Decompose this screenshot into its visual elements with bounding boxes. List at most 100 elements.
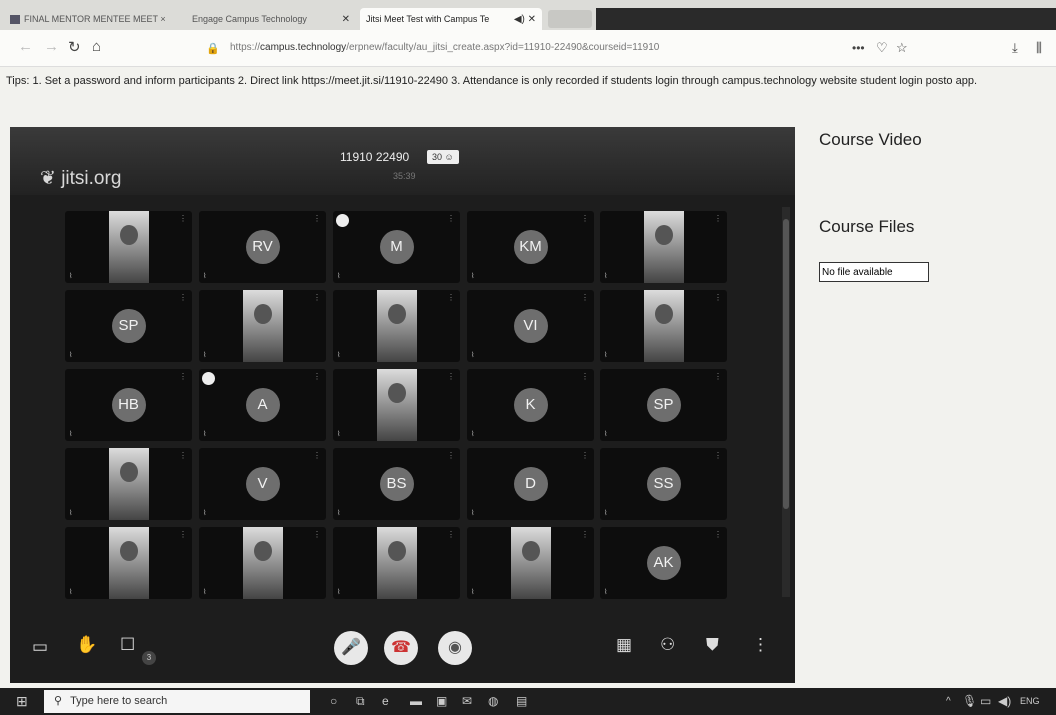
download-icon[interactable]: ⤓ bbox=[1012, 40, 1018, 56]
participant-tile[interactable]: K ⌇ ⋮ bbox=[467, 369, 594, 441]
muted-mic-icon: ⌇ bbox=[604, 431, 608, 438]
camera-button[interactable]: ◉ bbox=[438, 631, 472, 665]
participant-tile[interactable]: ⌇ ⋮ bbox=[600, 290, 727, 362]
reload-icon[interactable]: ↻ bbox=[68, 38, 81, 56]
more-options-icon[interactable]: ⋮ bbox=[752, 635, 769, 655]
taskbar-search-placeholder: Type here to search bbox=[70, 695, 168, 707]
participant-tile[interactable]: A ⌇ ⋮ bbox=[199, 369, 326, 441]
store-icon[interactable]: ▣ bbox=[436, 694, 447, 708]
muted-mic-icon: ⌇ bbox=[69, 431, 73, 438]
participant-tile[interactable]: ⌇ ⋮ bbox=[600, 211, 727, 283]
participant-tile[interactable]: ⌇ ⋮ bbox=[65, 211, 192, 283]
participant-avatar: D bbox=[513, 467, 548, 501]
library-icon[interactable]: ⫼ bbox=[1036, 40, 1042, 56]
tile-view-icon[interactable]: ▦ bbox=[616, 635, 632, 655]
windows-start-icon[interactable]: ⊞ bbox=[16, 693, 28, 710]
new-tab-button[interactable] bbox=[548, 10, 592, 28]
tile-menu-icon[interactable]: ⋮ bbox=[447, 530, 455, 539]
file-explorer-icon[interactable]: ▬ bbox=[410, 694, 422, 708]
tile-menu-icon[interactable]: ⋮ bbox=[447, 214, 455, 223]
tab-engage-campus[interactable]: Engage Campus Technology ✕ bbox=[186, 8, 356, 30]
tile-menu-icon[interactable]: ⋮ bbox=[714, 530, 722, 539]
tile-menu-icon[interactable]: ⋮ bbox=[179, 214, 187, 223]
firefox-icon[interactable]: ◍ bbox=[488, 694, 498, 708]
participant-tile[interactable]: V ⌇ ⋮ bbox=[199, 448, 326, 520]
back-icon[interactable]: ← bbox=[18, 38, 33, 55]
tile-menu-icon[interactable]: ⋮ bbox=[313, 372, 321, 381]
participant-tile[interactable]: ⌇ ⋮ bbox=[333, 527, 460, 599]
tile-menu-icon[interactable]: ⋮ bbox=[714, 293, 722, 302]
tile-menu-icon[interactable]: ⋮ bbox=[714, 451, 722, 460]
participant-tile[interactable]: ⌇ ⋮ bbox=[199, 290, 326, 362]
bookmark-star-icon[interactable]: ☆ bbox=[896, 40, 908, 56]
tab-jitsi-meet[interactable]: Jitsi Meet Test with Campus Te ◀) ✕ bbox=[360, 8, 542, 30]
jitsi-logo-icon: ❦ bbox=[40, 168, 56, 189]
tab-final-mentor-meet[interactable]: FINAL MENTOR MENTEE MEET × bbox=[4, 8, 184, 30]
tile-menu-icon[interactable]: ⋮ bbox=[581, 372, 589, 381]
more-icon[interactable]: ••• bbox=[852, 41, 865, 55]
tile-menu-icon[interactable]: ⋮ bbox=[179, 372, 187, 381]
task-view-icon[interactable]: ⧉ bbox=[356, 694, 365, 709]
participant-tile[interactable]: SP ⌇ ⋮ bbox=[65, 290, 192, 362]
tray-network-icon[interactable]: ▭ bbox=[980, 694, 991, 708]
close-icon[interactable]: ◀) ✕ bbox=[514, 14, 536, 25]
raise-hand-icon[interactable]: ✋ bbox=[76, 635, 97, 655]
participant-tile[interactable]: BS ⌇ ⋮ bbox=[333, 448, 460, 520]
participant-tile[interactable]: M ⌇ ⋮ bbox=[333, 211, 460, 283]
cortana-icon[interactable]: ○ bbox=[330, 694, 337, 708]
muted-mic-icon: ⌇ bbox=[604, 510, 608, 517]
language-indicator[interactable]: ENG bbox=[1020, 696, 1040, 706]
tray-volume-icon[interactable]: ◀) bbox=[998, 694, 1011, 708]
tile-menu-icon[interactable]: ⋮ bbox=[581, 293, 589, 302]
tile-menu-icon[interactable]: ⋮ bbox=[581, 214, 589, 223]
participant-tile[interactable]: SS ⌇ ⋮ bbox=[600, 448, 727, 520]
tile-menu-icon[interactable]: ⋮ bbox=[179, 293, 187, 302]
taskbar-search[interactable]: ⚲ Type here to search bbox=[44, 690, 310, 713]
tile-menu-icon[interactable]: ⋮ bbox=[313, 530, 321, 539]
participant-tile[interactable]: ⌇ ⋮ bbox=[65, 448, 192, 520]
participant-tile[interactable]: ⌇ ⋮ bbox=[333, 369, 460, 441]
participant-tile[interactable]: ⌇ ⋮ bbox=[467, 527, 594, 599]
tile-menu-icon[interactable]: ⋮ bbox=[447, 372, 455, 381]
mail-app-icon[interactable]: ✉ bbox=[462, 694, 472, 708]
tray-chevron-icon[interactable]: ^ bbox=[946, 696, 951, 707]
edge-icon[interactable]: e bbox=[382, 694, 389, 708]
participant-tile[interactable]: ⌇ ⋮ bbox=[65, 527, 192, 599]
participant-tile[interactable]: AK ⌇ ⋮ bbox=[600, 527, 727, 599]
address-bar[interactable]: https://campus.technology/erpnew/faculty… bbox=[230, 42, 659, 53]
tile-menu-icon[interactable]: ⋮ bbox=[714, 372, 722, 381]
participant-tile[interactable]: RV ⌇ ⋮ bbox=[199, 211, 326, 283]
home-icon[interactable]: ⌂ bbox=[92, 38, 101, 55]
tile-menu-icon[interactable]: ⋮ bbox=[447, 451, 455, 460]
tile-menu-icon[interactable]: ⋮ bbox=[313, 214, 321, 223]
tile-menu-icon[interactable]: ⋮ bbox=[313, 293, 321, 302]
grid-scroll-thumb[interactable] bbox=[783, 219, 789, 509]
invite-people-icon[interactable]: ⚇ bbox=[660, 635, 675, 655]
participant-tile[interactable]: ⌇ ⋮ bbox=[333, 290, 460, 362]
participant-tile[interactable]: D ⌇ ⋮ bbox=[467, 448, 594, 520]
pocket-icon[interactable]: ♡ bbox=[876, 40, 888, 56]
tile-menu-icon[interactable]: ⋮ bbox=[581, 530, 589, 539]
participant-video bbox=[376, 527, 417, 599]
chat-icon[interactable]: ☐ bbox=[120, 635, 135, 655]
jitsi-logo-text: jitsi.org bbox=[61, 168, 122, 189]
hangup-button[interactable]: ☎ bbox=[384, 631, 418, 665]
microphone-button[interactable]: 🎤 bbox=[334, 631, 368, 665]
close-icon[interactable]: ✕ bbox=[342, 14, 350, 25]
tile-menu-icon[interactable]: ⋮ bbox=[179, 451, 187, 460]
tile-menu-icon[interactable]: ⋮ bbox=[179, 530, 187, 539]
tile-menu-icon[interactable]: ⋮ bbox=[447, 293, 455, 302]
forward-icon[interactable]: → bbox=[44, 38, 59, 55]
participant-tile[interactable]: SP ⌇ ⋮ bbox=[600, 369, 727, 441]
tray-mic-icon[interactable]: 🎙 bbox=[962, 694, 977, 708]
participant-tile[interactable]: VI ⌇ ⋮ bbox=[467, 290, 594, 362]
tile-menu-icon[interactable]: ⋮ bbox=[313, 451, 321, 460]
participant-tile[interactable]: KM ⌇ ⋮ bbox=[467, 211, 594, 283]
excel-icon[interactable]: ▤ bbox=[516, 694, 527, 708]
participant-tile[interactable]: ⌇ ⋮ bbox=[199, 527, 326, 599]
security-shield-icon[interactable]: ⛊ bbox=[706, 635, 719, 655]
tile-menu-icon[interactable]: ⋮ bbox=[714, 214, 722, 223]
participant-tile[interactable]: HB ⌇ ⋮ bbox=[65, 369, 192, 441]
screen-share-icon[interactable]: ▭ bbox=[32, 637, 48, 657]
tile-menu-icon[interactable]: ⋮ bbox=[581, 451, 589, 460]
